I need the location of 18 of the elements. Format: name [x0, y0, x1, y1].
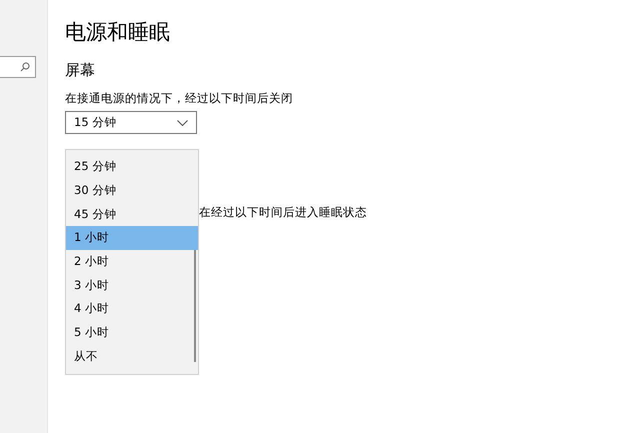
chevron-down-icon — [177, 120, 188, 126]
dropdown-option[interactable]: 45 分钟 — [66, 202, 198, 226]
setting-label: 在经过以下时间后进入睡眠状态 — [199, 204, 368, 220]
search-icon — [20, 62, 30, 72]
dropdown-option[interactable]: 30 分钟 — [66, 178, 198, 202]
section-heading: 屏幕 — [65, 60, 96, 80]
dropdown-option[interactable]: 5 小时 — [66, 320, 198, 344]
dropdown-option[interactable]: 2 小时 — [66, 250, 198, 274]
dropdown-option[interactable]: 1 小时 — [66, 226, 198, 250]
dropdown-option[interactable]: 从不 — [66, 344, 198, 368]
screen-timeout-dropdown[interactable]: 15 分钟 — [65, 111, 197, 134]
dropdown-option[interactable]: 25 分钟 — [66, 155, 198, 179]
dropdown-option[interactable]: 3 小时 — [66, 273, 198, 298]
setting-label: 在接通电源的情况下，经过以下时间后关闭 — [65, 90, 294, 106]
page-title: 电源和睡眠 — [65, 19, 171, 46]
search-field[interactable] — [0, 56, 36, 78]
dropdown-option[interactable]: 4 小时 — [66, 297, 198, 321]
scrollbar[interactable] — [194, 250, 196, 362]
